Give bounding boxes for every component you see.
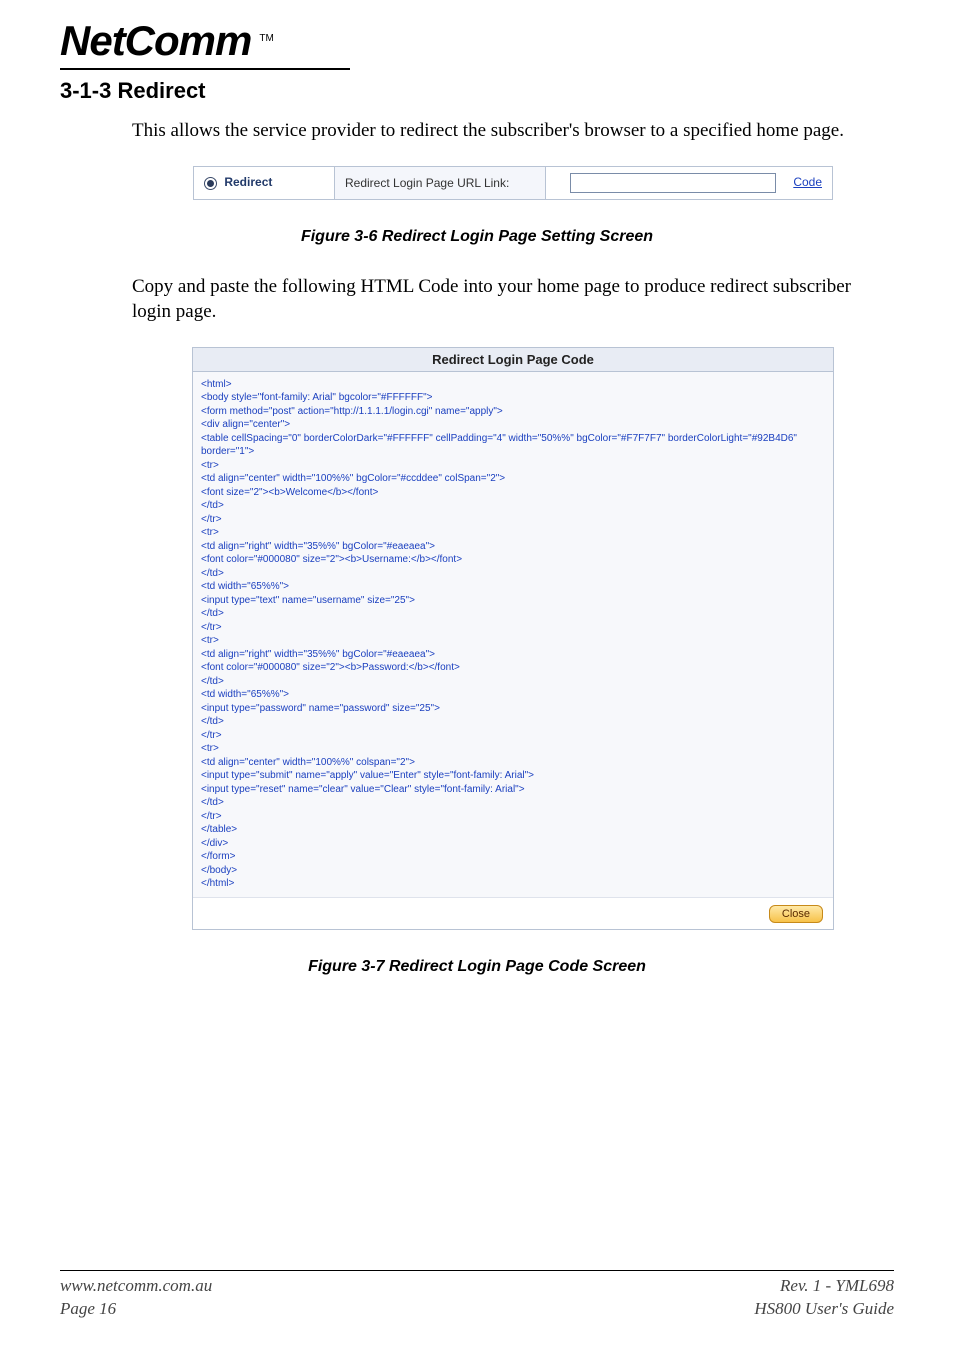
- redirect-url-input[interactable]: [570, 173, 776, 193]
- logo: NetComm TM: [60, 20, 894, 62]
- redirect-input-cell: Code: [546, 166, 833, 199]
- logo-text: NetComm: [60, 20, 251, 62]
- redirect-field-label: Redirect Login Page URL Link:: [335, 166, 546, 199]
- page-footer: www.netcomm.com.au Page 16 Rev. 1 - YML6…: [60, 1270, 894, 1321]
- footer-rev: Rev. 1 - YML698: [754, 1275, 894, 1298]
- code-panel: Redirect Login Page Code <html> <body st…: [192, 347, 834, 930]
- redirect-radio-cell[interactable]: Redirect: [194, 166, 335, 199]
- section-heading: 3-1-3 Redirect: [60, 78, 894, 104]
- logo-underline: [60, 68, 350, 70]
- figure-caption-2: Figure 3-7 Redirect Login Page Code Scre…: [60, 958, 894, 976]
- code-panel-footer: Close: [193, 897, 833, 929]
- redirect-setting-table: Redirect Redirect Login Page URL Link: C…: [193, 166, 833, 200]
- figure-caption-1: Figure 3-6 Redirect Login Page Setting S…: [60, 228, 894, 246]
- logo-tm: TM: [259, 33, 273, 44]
- figure-code-panel-wrap: Redirect Login Page Code <html> <body st…: [132, 347, 894, 930]
- intro-paragraph: This allows the service provider to redi…: [132, 118, 894, 144]
- close-button[interactable]: Close: [769, 905, 823, 923]
- code-link[interactable]: Code: [793, 175, 822, 189]
- radio-icon[interactable]: [204, 177, 217, 190]
- footer-guide: HS800 User's Guide: [754, 1298, 894, 1321]
- footer-page: Page 16: [60, 1298, 212, 1321]
- footer-url: www.netcomm.com.au: [60, 1275, 212, 1298]
- code-panel-title: Redirect Login Page Code: [193, 348, 833, 372]
- figure-redirect-setting: Redirect Redirect Login Page URL Link: C…: [132, 166, 894, 200]
- redirect-radio-label: Redirect: [224, 175, 272, 189]
- code-panel-body: <html> <body style="font-family: Arial" …: [193, 372, 833, 897]
- copy-paste-paragraph: Copy and paste the following HTML Code i…: [132, 274, 894, 325]
